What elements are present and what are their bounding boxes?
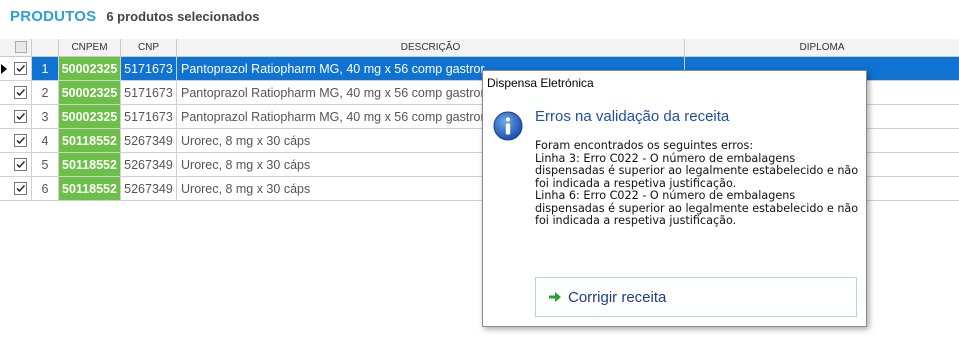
row-indicator [0,153,10,177]
cnp-header[interactable]: CNP [121,39,177,56]
cnp-cell: 5267349 [121,177,177,201]
row-number: 6 [32,177,59,201]
cnpem-cell: 50118552 [59,177,121,201]
row-checkbox[interactable] [10,57,32,81]
products-header: PRODUTOS 6 produtos selecionados [10,8,260,28]
dialog-heading: Erros na validação da receita [535,108,730,125]
cnpem-cell: 50002325 [59,81,121,105]
current-row-arrow-icon [1,64,7,74]
dialog-window-title: Dispensa Eletrónica [487,76,594,90]
error-line-6: Linha 6: Erro C022 - O número de embalag… [535,189,859,227]
row-checkbox[interactable] [10,153,32,177]
row-indicator [0,57,10,81]
checkbox-checked-icon [14,86,27,100]
selected-count: 6 produtos selecionados [106,9,260,24]
checkbox-checked-icon [14,134,27,148]
descricao-header[interactable]: DESCRIÇÃO [177,39,685,56]
validation-dialog: Dispensa Eletrónica Erros na validação d… [482,70,867,327]
checkbox-checked-icon [14,182,27,196]
row-number: 2 [32,81,59,105]
indicator-header [0,39,10,56]
corrigir-receita-label: Corrigir receita [568,288,667,306]
cnp-cell: 5171673 [121,57,177,81]
info-icon [493,111,523,141]
cnpem-cell: 50002325 [59,105,121,129]
cnp-cell: 5267349 [121,153,177,177]
row-indicator [0,81,10,105]
grid-header: CNPEM CNP DESCRIÇÃO DIPLOMA [0,39,959,57]
num-header [32,39,59,56]
diploma-header[interactable]: DIPLOMA [685,39,959,56]
row-number: 1 [32,57,59,81]
row-checkbox[interactable] [10,177,32,201]
corrigir-receita-button[interactable]: Corrigir receita [535,277,857,317]
checkbox-checked-icon [14,110,27,124]
row-checkbox[interactable] [10,81,32,105]
row-number: 3 [32,105,59,129]
dialog-intro: Foram encontrados os seguintes erros: [535,139,754,152]
arrow-right-icon [549,292,561,302]
row-checkbox[interactable] [10,129,32,153]
cnpem-cell: 50118552 [59,129,121,153]
row-number: 4 [32,129,59,153]
cnpem-header[interactable]: CNPEM [59,39,121,56]
checkbox-checked-icon [14,158,27,172]
cnp-cell: 5267349 [121,129,177,153]
cnpem-cell: 50118552 [59,153,121,177]
cnp-cell: 5171673 [121,81,177,105]
row-indicator [0,129,10,153]
cnp-cell: 5171673 [121,105,177,129]
page-title: PRODUTOS [10,8,97,25]
row-checkbox[interactable] [10,105,32,129]
select-all-checkbox[interactable] [10,39,32,56]
checkbox-checked-icon [14,62,27,76]
error-line-3: Linha 3: Erro C022 - O número de embalag… [535,151,859,190]
row-number: 5 [32,153,59,177]
row-indicator [0,105,10,129]
cnpem-cell: 50002325 [59,57,121,81]
row-indicator [0,177,10,201]
dialog-message: Foram encontrados os seguintes erros: Li… [535,139,860,228]
